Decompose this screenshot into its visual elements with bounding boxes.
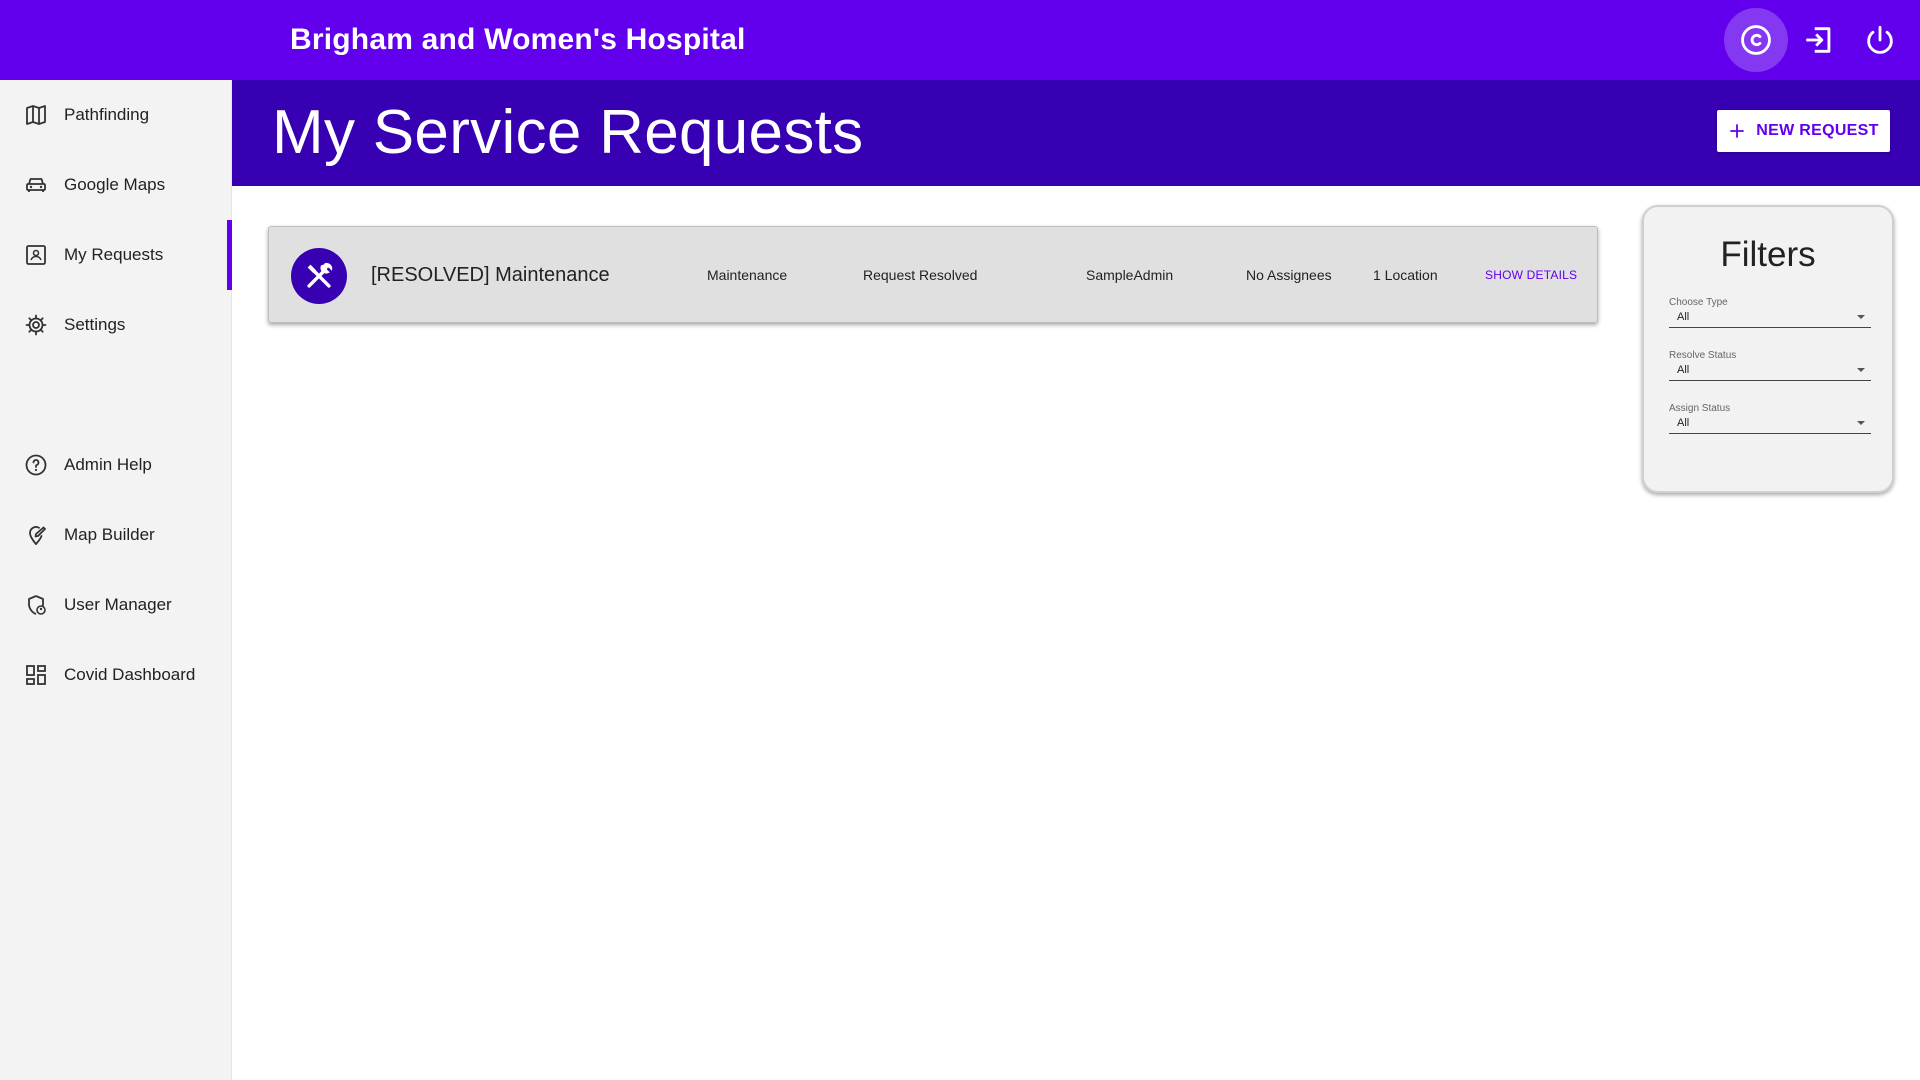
map-icon — [24, 103, 48, 127]
help-icon — [24, 453, 48, 477]
request-status: Request Resolved — [863, 267, 978, 283]
sidebar-item-label: My Requests — [64, 245, 164, 264]
dashboard-icon — [24, 663, 48, 687]
login-button[interactable] — [1787, 8, 1851, 72]
filter-label: Resolve Status — [1669, 350, 1737, 361]
sidebar-item-label: Google Maps — [64, 175, 166, 194]
filter-value: All — [1677, 364, 1690, 376]
app-title: Brigham and Women's Hospital — [290, 23, 746, 56]
sidebar-item-my-requests[interactable]: My Requests — [0, 220, 232, 290]
request-assignees: No Assignees — [1246, 267, 1332, 283]
choose-type-select[interactable]: Choose Type All — [1669, 297, 1871, 337]
assign-status-select[interactable]: Assign Status All — [1669, 403, 1871, 443]
request-card[interactable]: [RESOLVED] Maintenance Maintenance Reque… — [268, 226, 1598, 323]
dropdown-arrow-icon — [1857, 368, 1865, 372]
power-icon — [1867, 25, 1893, 54]
app-bar: Brigham and Women's Hospital — [0, 0, 1920, 80]
request-avatar — [291, 248, 347, 304]
sidebar-item-covid-dashboard[interactable]: Covid Dashboard — [0, 640, 232, 710]
filter-label: Assign Status — [1669, 403, 1731, 414]
sidebar-item-label: Covid Dashboard — [64, 665, 196, 684]
tools-icon — [307, 262, 333, 288]
dropdown-arrow-icon — [1857, 315, 1865, 319]
page-title: My Service Requests — [272, 98, 864, 167]
request-icon — [24, 243, 48, 267]
sidebar-item-label: User Manager — [64, 595, 172, 614]
filter-label: Choose Type — [1669, 297, 1728, 308]
dropdown-arrow-icon — [1857, 421, 1865, 425]
page-header: My Service Requests NEW REQUEST — [232, 80, 1920, 186]
filters-panel: Filters Choose Type All Resolve Status A… — [1642, 205, 1894, 493]
sidebar-item-admin-help[interactable]: Admin Help — [0, 430, 232, 500]
filters-title: Filters — [1720, 235, 1816, 274]
new-request-label: NEW REQUEST — [1756, 122, 1879, 139]
resolve-status-select[interactable]: Resolve Status All — [1669, 350, 1871, 390]
request-requester: SampleAdmin — [1086, 267, 1174, 283]
sidebar-item-google-maps[interactable]: Google Maps — [0, 150, 232, 220]
gear-icon — [24, 313, 48, 337]
filter-underline — [1669, 433, 1871, 434]
sidebar: Pathfinding Google Maps My Requests Sett… — [0, 80, 232, 1080]
user-manager-icon — [24, 593, 48, 617]
power-button[interactable] — [1848, 8, 1912, 72]
copyright-icon — [1741, 25, 1771, 55]
filter-underline — [1669, 327, 1871, 328]
filter-value: All — [1677, 311, 1690, 323]
copyright-button[interactable] — [1724, 8, 1788, 72]
filter-value: All — [1677, 417, 1690, 429]
filter-underline — [1669, 380, 1871, 381]
car-icon — [24, 173, 48, 197]
sidebar-item-label: Settings — [64, 315, 126, 334]
login-icon — [1806, 27, 1831, 53]
request-type: Maintenance — [707, 267, 788, 283]
request-locations: 1 Location — [1373, 267, 1438, 283]
new-request-button[interactable]: NEW REQUEST — [1717, 110, 1890, 152]
sidebar-item-map-builder[interactable]: Map Builder — [0, 500, 232, 570]
sidebar-item-settings[interactable]: Settings — [0, 290, 232, 360]
plus-icon — [1730, 124, 1745, 138]
sidebar-item-pathfinding[interactable]: Pathfinding — [0, 80, 232, 150]
edit-map-icon — [24, 523, 48, 547]
sidebar-item-user-manager[interactable]: User Manager — [0, 570, 232, 640]
sidebar-item-label: Admin Help — [64, 455, 152, 474]
sidebar-item-label: Pathfinding — [64, 105, 150, 124]
request-title: [RESOLVED] Maintenance — [371, 264, 610, 286]
sidebar-item-label: Map Builder — [64, 525, 155, 544]
show-details-button[interactable]: SHOW DETAILS — [1485, 227, 1577, 324]
